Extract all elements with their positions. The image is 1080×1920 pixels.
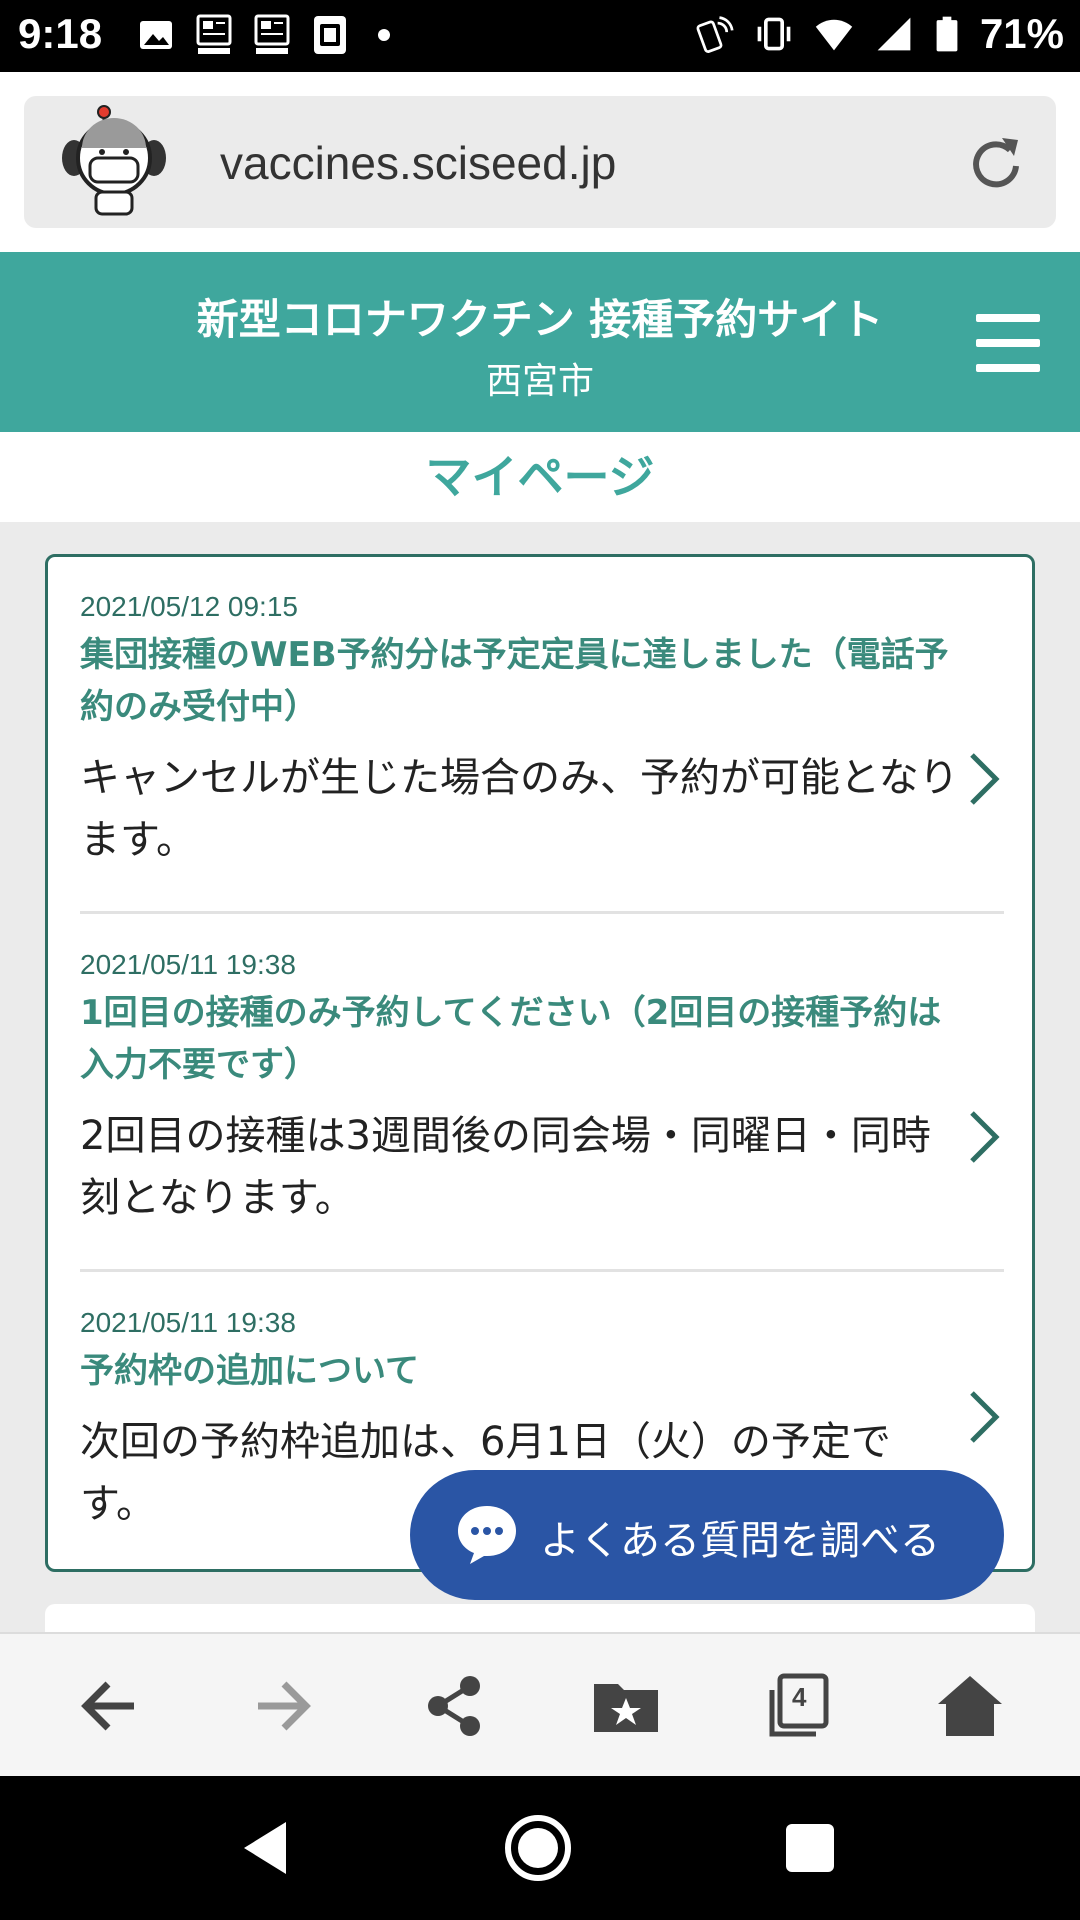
nfc-icon <box>696 16 734 53</box>
cell-signal-icon <box>877 17 911 51</box>
android-nav-bar <box>0 1776 1080 1920</box>
news-item[interactable]: 2021/05/12 09:15 集団接種のWEB予約分は予定定員に達しました（… <box>80 591 1000 871</box>
news-date: 2021/05/12 09:15 <box>80 591 298 622</box>
news-body: 2回目の接種は3週間後の同会場・同曜日・同時刻となります。 <box>80 1113 931 1221</box>
image-icon <box>140 21 172 49</box>
status-bar: 9:18 71% <box>0 0 1080 72</box>
lawson-station-icon <box>314 16 346 54</box>
news-title[interactable]: 集団接種のWEB予約分は予定定員に達しました（電話予約のみ受付中） <box>80 629 960 733</box>
dmenu-news-icon <box>196 14 232 54</box>
notification-icons <box>136 14 390 56</box>
status-time: 9:18 <box>18 10 103 57</box>
faq-button[interactable]: よくある質問を調べる <box>410 1470 1004 1600</box>
nav-recents-icon[interactable] <box>774 1812 846 1884</box>
mascot-icon[interactable] <box>54 102 174 222</box>
bookmark-folder-icon[interactable] <box>590 1670 662 1742</box>
system-icons: 71% <box>694 10 1064 58</box>
news-title[interactable]: 予約枠の追加について <box>80 1345 960 1397</box>
nav-back-icon[interactable] <box>230 1812 302 1884</box>
reload-icon[interactable] <box>966 132 1026 192</box>
dmenu-news-icon <box>254 14 290 54</box>
page-title: マイページ <box>425 450 655 504</box>
battery-percent: 71% <box>979 10 1064 57</box>
wifi-icon <box>815 19 853 51</box>
news-title[interactable]: 1回目の接種のみ予約してください（2回目の接種予約は入力不要です） <box>80 987 960 1091</box>
more-notifications-icon <box>378 29 390 41</box>
news-body: キャンセルが生じた場合のみ、予約が可能となります。 <box>80 755 959 863</box>
hamburger-menu-icon[interactable] <box>976 314 1040 372</box>
site-header: 新型コロナワクチン 接種予約サイト 西宮市 <box>0 252 1080 432</box>
news-date: 2021/05/11 19:38 <box>80 949 296 980</box>
news-date: 2021/05/11 19:38 <box>80 1307 296 1338</box>
site-title: 新型コロナワクチン 接種予約サイト <box>196 295 884 344</box>
url-text[interactable]: vaccines.sciseed.jp <box>220 136 616 190</box>
news-list: 2021/05/12 09:15 集団接種のWEB予約分は予定定員に達しました（… <box>45 554 1035 1572</box>
news-item[interactable]: 2021/05/11 19:38 1回目の接種のみ予約してください（2回目の接種… <box>80 949 1000 1229</box>
nav-home-icon[interactable] <box>502 1812 574 1884</box>
battery-icon <box>936 16 958 52</box>
home-icon[interactable] <box>934 1670 1006 1742</box>
chevron-right-icon[interactable] <box>966 1109 1002 1165</box>
page-heading-bar: マイページ <box>0 432 1080 522</box>
share-icon[interactable] <box>418 1670 490 1742</box>
tab-count: 4 <box>792 1682 807 1712</box>
chevron-right-icon[interactable] <box>966 751 1002 807</box>
browser-toolbar: 4 <box>0 1632 1080 1776</box>
back-arrow-icon[interactable] <box>74 1670 146 1742</box>
address-bar[interactable]: vaccines.sciseed.jp <box>24 96 1056 228</box>
divider <box>80 911 1004 914</box>
forward-arrow-icon[interactable] <box>246 1670 318 1742</box>
faq-button-label: よくある質問を調べる <box>540 1518 940 1564</box>
chevron-right-icon[interactable] <box>966 1389 1002 1445</box>
site-city: 西宮市 <box>485 361 594 402</box>
divider <box>80 1269 1004 1272</box>
chat-bubble-icon <box>458 1506 516 1564</box>
tabs-button[interactable]: 4 <box>762 1670 834 1742</box>
browser-address-area: vaccines.sciseed.jp <box>0 72 1080 252</box>
vibrate-icon <box>757 17 791 51</box>
